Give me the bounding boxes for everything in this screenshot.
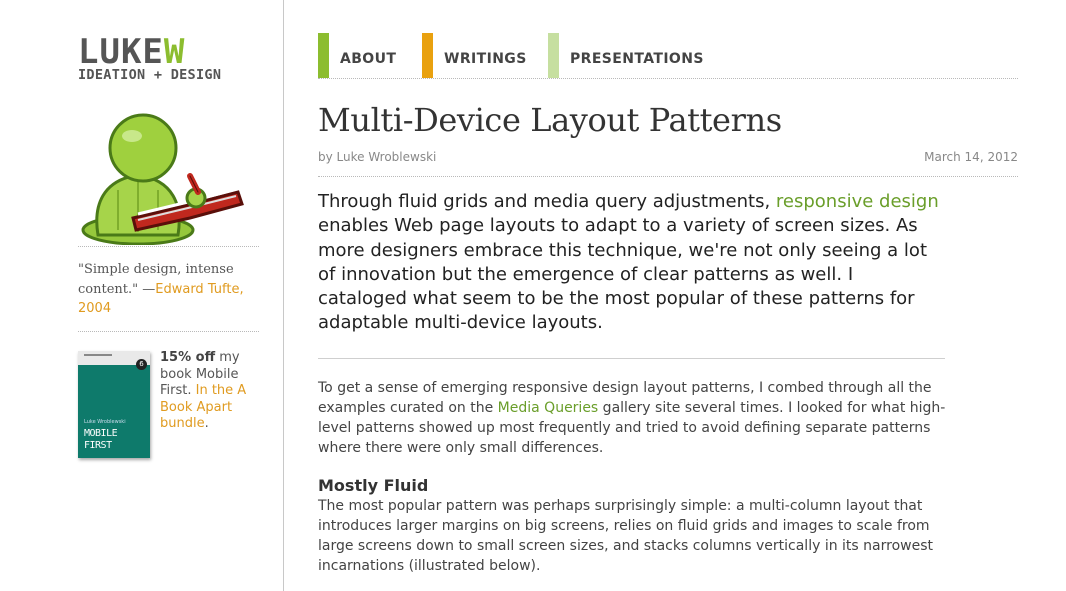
- reading-figure-illustration: [81, 113, 244, 245]
- intro-text-a: Through fluid grids and media query adju…: [318, 191, 776, 212]
- article-date: March 14, 2012: [924, 150, 1018, 164]
- book-cover-series-mark: [84, 354, 112, 356]
- promo-end: .: [204, 416, 209, 431]
- nav-item-label: ABOUT: [340, 51, 397, 67]
- book-number-badge: 6: [136, 359, 147, 370]
- book-promo: 15% off my book Mobile First. In the A B…: [160, 350, 270, 433]
- article-intro: Through fluid grids and media query adju…: [318, 190, 943, 336]
- logo-word-main: LUKE: [78, 32, 164, 72]
- nav-item-label: WRITINGS: [444, 51, 527, 67]
- article-paragraph: The most popular pattern was perhaps sur…: [318, 498, 933, 574]
- sidebar-quote: "Simple design, intense content." —Edwar…: [78, 260, 263, 319]
- media-queries-link[interactable]: Media Queries: [498, 400, 599, 416]
- sidebar: LUKEW IDEATION + DESIGN "Simple design, …: [0, 0, 284, 591]
- book-cover-author: Luke Wroblewski: [84, 419, 126, 425]
- nav-item-color-bar: [318, 33, 329, 78]
- main-nav: ABOUT WRITINGS PRESENTATIONS: [318, 33, 1018, 79]
- section-heading-mostly-fluid: Mostly Fluid: [318, 476, 429, 495]
- intro-divider: [318, 358, 945, 359]
- sidebar-divider: [78, 246, 259, 247]
- logo-tagline: IDEATION + DESIGN: [78, 67, 222, 83]
- article-byline: by Luke Wroblewski: [318, 150, 437, 164]
- responsive-design-link[interactable]: responsive design: [776, 191, 939, 212]
- promo-discount: 15% off: [160, 350, 216, 365]
- book-cover-title: MOBILE FIRST: [84, 428, 118, 451]
- sidebar-divider: [78, 331, 259, 332]
- article-header-divider: [318, 176, 1018, 177]
- nav-item-label: PRESENTATIONS: [570, 51, 704, 67]
- article-title: Multi-Device Layout Patterns: [318, 101, 782, 139]
- logo-word: LUKEW: [78, 35, 221, 69]
- mobile-first-book-cover[interactable]: 6 Luke Wroblewski MOBILE FIRST: [78, 351, 150, 458]
- nav-item-color-bar: [548, 33, 559, 78]
- site-logo[interactable]: LUKEW IDEATION + DESIGN: [78, 35, 222, 83]
- intro-text-b: enables Web page layouts to adapt to a v…: [318, 215, 928, 334]
- nav-item-color-bar: [422, 33, 433, 78]
- logo-word-accent: W: [163, 32, 186, 72]
- article-paragraph: To get a sense of emerging responsive de…: [318, 378, 958, 458]
